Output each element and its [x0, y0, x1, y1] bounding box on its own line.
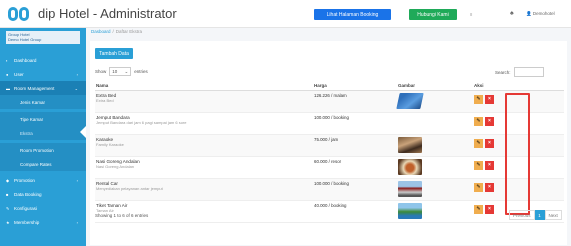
delete-icon[interactable]: ×	[485, 138, 494, 148]
previous-page-button[interactable]: Previous	[509, 210, 535, 220]
chevron-icon: ›	[76, 219, 78, 225]
user-icon: ●	[6, 71, 9, 77]
top-bar: dip Hotel - Administrator Lihat Halaman …	[0, 0, 571, 28]
item-description: Family Karaoke	[96, 141, 124, 147]
item-description: Extra Bed	[96, 97, 114, 103]
chevron-icon: ›	[76, 177, 78, 183]
edit-icon[interactable]: ✎	[474, 138, 483, 148]
table-info: Showing 1 to 6 of 6 entries	[95, 213, 149, 218]
search-input[interactable]	[513, 67, 544, 77]
item-image	[398, 180, 422, 197]
sidebar-item-konfigurasi[interactable]: ✎ Konfigurasi	[0, 201, 86, 215]
sidebar-subitem-tipe-kamar[interactable]: Tipe Kamar	[0, 112, 86, 126]
table-row: Tiket Taman Air Taman Air 40.000 / bookin…	[95, 200, 564, 223]
logo[interactable]	[8, 5, 34, 23]
language-selector[interactable]: ≡	[470, 12, 480, 17]
item-image	[396, 92, 424, 109]
hotel-selector[interactable]: Group Hotel Demo Hotel Group	[6, 31, 80, 44]
sidebar-item-dashboard[interactable]: ▪ Dashboard	[0, 53, 86, 67]
edit-icon[interactable]: ✎	[474, 94, 483, 104]
sidebar-subitem-ekstra[interactable]: Ekstra	[0, 126, 86, 140]
edit-icon[interactable]: ✎	[474, 204, 483, 214]
table-row: Karaoke Family Karaoke 75.000 / jam ✎ ×	[95, 134, 564, 157]
dashboard-icon: ▪	[6, 57, 8, 63]
show-label: Show	[95, 69, 107, 74]
sidebar-item-promotion[interactable]: ◆ Promotion ›	[0, 173, 86, 187]
breadcrumb-separator: /	[112, 29, 114, 34]
sidebar-subitem-compare-rates[interactable]: Compare Rates	[0, 157, 86, 171]
tag-icon: ◆	[6, 177, 10, 183]
table-search: Search:	[495, 67, 544, 77]
sidebar-item-membership[interactable]: ★ Membership ›	[0, 215, 86, 229]
add-data-button[interactable]: Tambah Data	[95, 48, 133, 59]
item-price: 126.226 / malam	[313, 90, 397, 113]
column-header-name[interactable]: Nama	[95, 82, 313, 91]
contact-us-button[interactable]: Hubungi Kami	[409, 9, 457, 20]
breadcrumb-current: Daftar Ekstra	[115, 29, 143, 34]
chevron-down-icon: ⌄	[124, 68, 129, 74]
book-icon: ■	[6, 191, 9, 197]
table-row: Rental Car Menyediakan pelayanan antar je…	[95, 178, 564, 201]
column-header-actions[interactable]: Aksi	[473, 82, 564, 91]
column-header-price[interactable]: Harga	[313, 82, 397, 91]
bed-icon: ▬	[6, 85, 10, 91]
entries-length: Show 10 ⌄ entries	[95, 67, 148, 76]
breadcrumb-home[interactable]: Dasboard	[91, 29, 111, 34]
wrench-icon: ✎	[6, 205, 10, 211]
sidebar-item-room-management[interactable]: ▬ Room Management ⌄	[0, 81, 86, 95]
bell-icon[interactable]: ♠	[510, 10, 514, 17]
delete-icon[interactable]: ×	[485, 160, 494, 170]
delete-icon[interactable]: ×	[485, 204, 494, 214]
entries-label: entries	[134, 69, 148, 74]
item-description: Menyediakan pelayanan antar jemput	[96, 185, 163, 191]
edit-icon[interactable]: ✎	[474, 182, 483, 192]
delete-icon[interactable]: ×	[485, 182, 494, 192]
item-description: Nasi Goreng Andalan	[96, 163, 135, 169]
table-row: Nasi Goreng Andalan Nasi Goreng Andalan 6…	[95, 156, 564, 179]
table-row: Jemput Bandara Jemput Bandara dari jam 6 …	[95, 112, 564, 135]
sidebar-item-data-booking[interactable]: ■ Data Booking	[0, 187, 86, 201]
page-1-button[interactable]: 1	[534, 210, 545, 220]
breadcrumb: Dasboard / Daftar Ekstra	[91, 29, 142, 34]
table-header-row: Nama Harga Gambar Aksi	[95, 82, 564, 91]
hotel-name: Demo Hotel Group	[8, 37, 42, 42]
search-label: Search:	[495, 69, 511, 75]
item-price: 40.000 / booking	[313, 200, 397, 223]
item-price: 100.000 / booking	[313, 178, 397, 201]
item-price: 100.000 / booking	[313, 112, 397, 135]
chevron-down-icon: ⌄	[74, 85, 78, 91]
sidebar-subitem-room-promotion[interactable]: Room Promotion	[0, 143, 86, 157]
next-page-button[interactable]: Next	[544, 210, 562, 220]
column-header-image[interactable]: Gambar	[397, 82, 473, 91]
delete-icon[interactable]: ×	[485, 116, 494, 126]
user-menu[interactable]: 👤 Demohotel	[526, 11, 555, 17]
sidebar: Group Hotel Demo Hotel Group ▪ Dashboard …	[0, 28, 86, 246]
user-label: Demohotel	[532, 11, 555, 16]
edit-icon[interactable]: ✎	[474, 160, 483, 170]
chevron-icon: ›	[76, 71, 78, 77]
extras-table: Nama Harga Gambar Aksi Extra Bed Extra Be…	[95, 82, 564, 223]
entries-select[interactable]: 10 ⌄	[109, 67, 132, 76]
delete-icon[interactable]: ×	[485, 94, 494, 104]
item-price: 60.000 / resor	[313, 156, 397, 179]
table-row: Extra Bed Extra Bed 126.226 / malam ✎ ×	[95, 90, 564, 113]
app-title: dip Hotel - Administrator	[38, 6, 177, 21]
item-image	[398, 136, 422, 153]
entries-value: 10	[112, 69, 118, 74]
sidebar-item-user[interactable]: ● User ›	[0, 67, 86, 81]
item-description: Taman Air	[96, 207, 114, 213]
item-image	[398, 202, 422, 219]
pagination: Previous 1 Next	[509, 210, 562, 220]
star-icon: ★	[6, 219, 10, 225]
item-price: 75.000 / jam	[313, 134, 397, 157]
item-image	[398, 158, 422, 175]
edit-icon[interactable]: ✎	[474, 116, 483, 126]
view-booking-page-button[interactable]: Lihat Halaman Booking	[314, 9, 391, 20]
item-description: Jemput Bandara dari jam 6 pagi sampai ja…	[96, 119, 187, 125]
sidebar-subitem-jenis-kamar[interactable]: Jenis Kamar	[0, 95, 86, 109]
